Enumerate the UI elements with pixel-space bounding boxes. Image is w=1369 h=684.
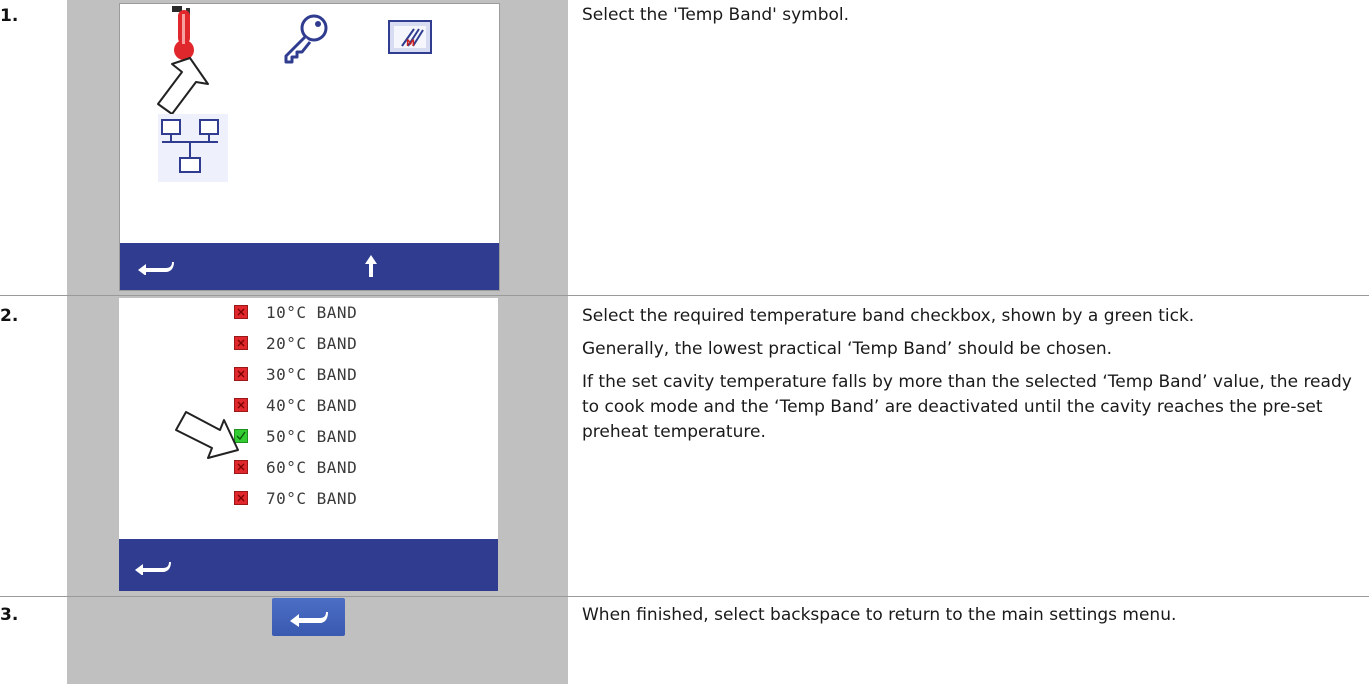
band-label: 70°C BAND <box>266 488 358 508</box>
row-divider <box>0 596 1369 597</box>
band-label: 60°C BAND <box>266 457 358 477</box>
band-row[interactable]: 40°C BAND <box>234 395 357 415</box>
band-label: 10°C BAND <box>266 302 358 322</box>
key-icon[interactable] <box>280 12 332 64</box>
step-text: Select the 'Temp Band' symbol. <box>582 5 850 25</box>
band-label: 30°C BAND <box>266 364 358 384</box>
row-divider <box>0 295 1369 296</box>
step-text: If the set cavity temperature falls by m… <box>582 372 1352 442</box>
pointer-arrow-icon <box>175 411 239 459</box>
band-row[interactable]: 60°C BAND <box>234 457 357 477</box>
band-label: 20°C BAND <box>266 333 358 353</box>
band-row[interactable]: 10°C BAND <box>234 302 357 322</box>
screen-navbar <box>120 243 499 290</box>
step2-description: Select the required temperature band che… <box>582 304 1362 453</box>
up-arrow-icon[interactable] <box>364 253 378 279</box>
unchecked-box-icon[interactable] <box>234 491 248 505</box>
backspace-button[interactable] <box>272 598 345 636</box>
logo-icon[interactable]: M <box>388 20 432 54</box>
band-label: 40°C BAND <box>266 395 358 415</box>
step-text: When finished, select backspace to retur… <box>582 605 1177 625</box>
step-number: 1. <box>0 6 19 26</box>
network-icon[interactable] <box>158 114 228 182</box>
back-arrow-icon[interactable] <box>133 559 173 575</box>
settings-menu-screen: M <box>119 3 500 291</box>
back-arrow-icon[interactable] <box>136 259 176 275</box>
back-arrow-icon <box>290 612 328 627</box>
step1-description: Select the 'Temp Band' symbol. <box>582 3 1362 36</box>
unchecked-box-icon[interactable] <box>234 367 248 381</box>
unchecked-box-icon[interactable] <box>234 336 248 350</box>
unchecked-box-icon[interactable] <box>234 305 248 319</box>
band-row[interactable]: 50°C BAND <box>234 426 357 446</box>
band-row[interactable]: 20°C BAND <box>234 333 357 353</box>
step-number: 2. <box>0 306 19 326</box>
screen-navbar <box>119 539 498 591</box>
band-label: 50°C BAND <box>266 426 358 446</box>
step-text: Generally, the lowest practical ‘Temp Ba… <box>582 339 1113 359</box>
svg-text:M: M <box>406 39 415 49</box>
pointer-arrow-icon <box>157 57 209 115</box>
step-text: Select the required temperature band che… <box>582 306 1195 326</box>
band-row[interactable]: 70°C BAND <box>234 488 357 508</box>
band-row[interactable]: 30°C BAND <box>234 364 357 384</box>
temp-band-screen: 10°C BAND 20°C BAND 30°C BAND 40°C BAND … <box>119 298 498 591</box>
step3-description: When finished, select backspace to retur… <box>582 603 1362 636</box>
step-number: 3. <box>0 605 19 625</box>
